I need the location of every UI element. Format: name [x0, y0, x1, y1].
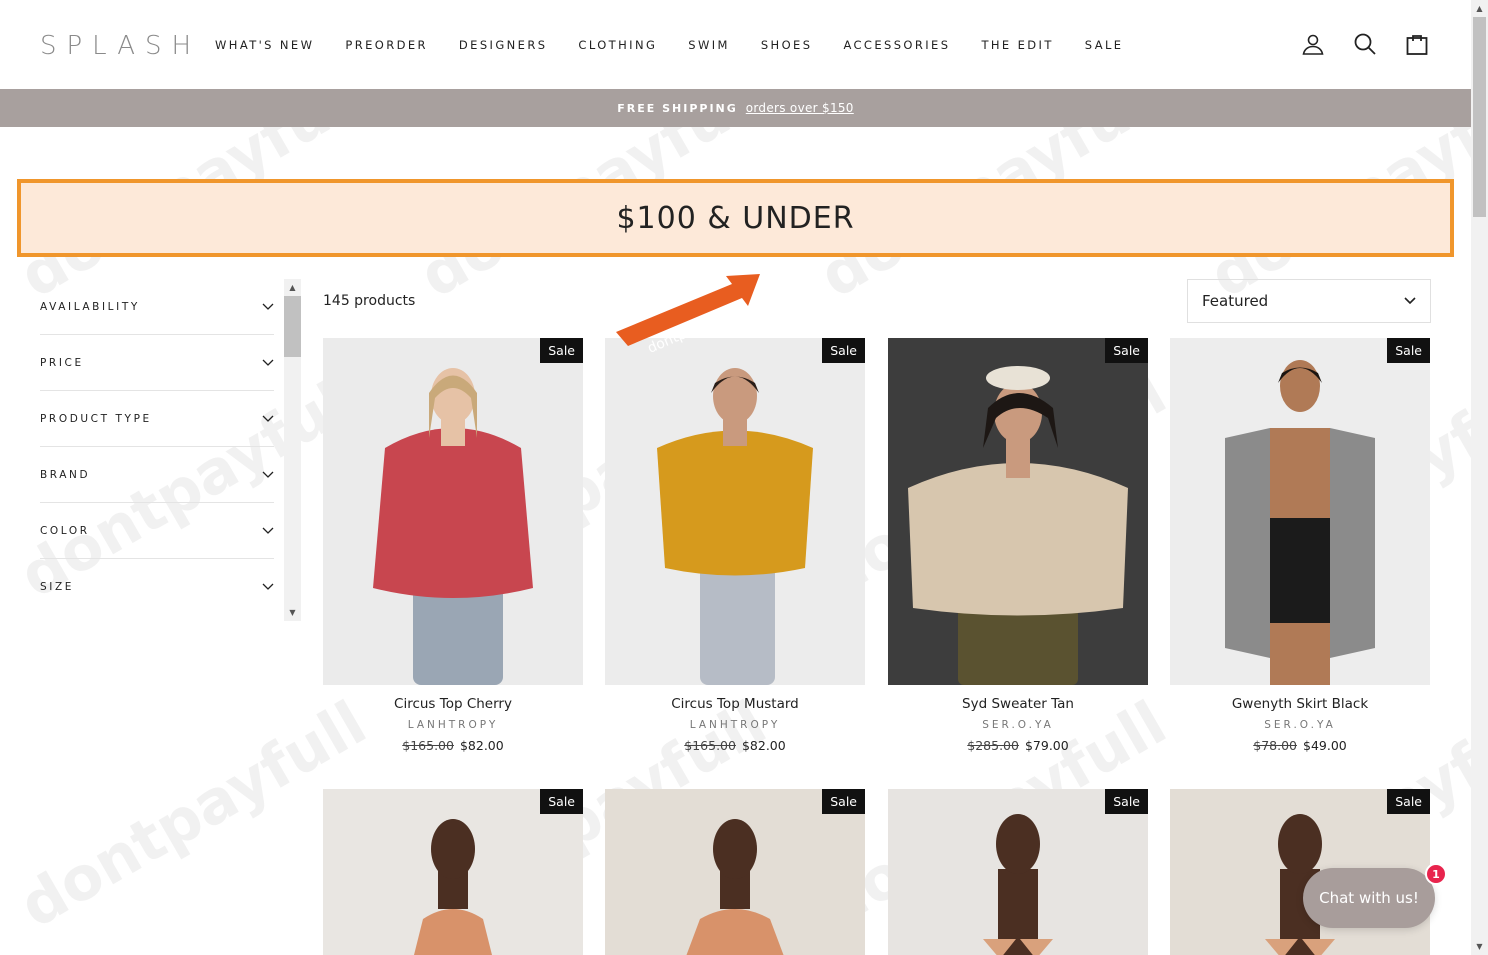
sale-badge: Sale	[1105, 789, 1148, 814]
chevron-down-icon	[262, 583, 274, 590]
nav-designers[interactable]: DESIGNERS	[459, 38, 547, 52]
chevron-down-icon	[262, 415, 274, 422]
product-title[interactable]: Syd Sweater Tan	[888, 696, 1148, 712]
filter-label: BRAND	[40, 468, 91, 481]
announcement-strong: FREE SHIPPING	[617, 101, 738, 115]
product-vendor: LANHTROPY	[407, 719, 499, 731]
scroll-up-icon[interactable]: ▲	[1471, 0, 1488, 17]
product-prices: $165.00 $82.00	[323, 738, 583, 753]
collection-banner: $100 & UNDER	[17, 179, 1454, 257]
filter-label: COLOR	[40, 524, 90, 537]
product-image[interactable]: Sale	[323, 338, 583, 685]
filter-brand[interactable]: BRAND	[40, 447, 274, 503]
product-vendor: LANHTROPY	[689, 719, 781, 731]
filter-label: PRODUCT TYPE	[40, 412, 152, 425]
announcement-bar: FREE SHIPPING orders over $150	[0, 89, 1471, 127]
sort-value: Featured	[1202, 292, 1269, 310]
promo-tag-arrow: dontpayfull	[616, 274, 760, 357]
product-image[interactable]: Sale	[1170, 338, 1430, 685]
scrollbar-thumb[interactable]	[1473, 17, 1486, 217]
filter-sidebar: AVAILABILITY PRICE PRODUCT TYPE BRAND CO…	[40, 279, 274, 615]
filter-product-type[interactable]: PRODUCT TYPE	[40, 391, 274, 447]
sale-price: $79.00	[1024, 738, 1069, 753]
sale-price: $82.00	[741, 738, 786, 753]
chat-notification-badge: 1	[1425, 863, 1447, 885]
sale-badge: Sale	[1105, 338, 1148, 363]
sale-badge: Sale	[540, 338, 583, 363]
sort-select[interactable]: Featured	[1187, 279, 1431, 323]
chevron-down-icon	[1404, 297, 1416, 305]
sale-badge: Sale	[822, 789, 865, 814]
site-logo[interactable]: SPLASH	[40, 31, 201, 61]
sale-badge: Sale	[822, 338, 865, 363]
announcement-link[interactable]: orders over $150	[746, 101, 854, 115]
product-image[interactable]: Sale	[888, 338, 1148, 685]
nav-accessories[interactable]: ACCESSORIES	[843, 38, 950, 52]
product-title[interactable]: Circus Top Mustard	[605, 696, 865, 712]
sale-badge: Sale	[1387, 789, 1430, 814]
scroll-down-icon[interactable]: ▼	[1471, 938, 1488, 955]
filter-size[interactable]: SIZE	[40, 559, 274, 615]
account-icon[interactable]	[1299, 30, 1327, 58]
compare-price: $165.00	[684, 738, 736, 753]
nav-whats-new[interactable]: WHAT'S NEW	[215, 38, 314, 52]
product-prices: $165.00 $82.00	[605, 738, 865, 753]
sale-badge: Sale	[540, 789, 583, 814]
filter-color[interactable]: COLOR	[40, 503, 274, 559]
filter-availability[interactable]: AVAILABILITY	[40, 279, 274, 335]
product-card[interactable]: Sale Syd Sweater Tan SER.O.YA $285.00 $79…	[888, 338, 1148, 753]
nav-clothing[interactable]: CLOTHING	[578, 38, 657, 52]
sale-price: $82.00	[459, 738, 504, 753]
site-header: SPLASH WHAT'S NEW PREORDER DESIGNERS CLO…	[0, 0, 1471, 89]
product-card[interactable]: Sale Gwenyth Skirt Black SER.O.YA $78.00…	[1170, 338, 1430, 753]
nav-swim[interactable]: SWIM	[688, 38, 730, 52]
product-card[interactable]: Sale Circus Top Mustard LANHTROPY $165.0…	[605, 338, 865, 753]
product-prices: $285.00 $79.00	[888, 738, 1148, 753]
product-image[interactable]: Sale	[605, 789, 865, 955]
scrollbar-thumb[interactable]	[284, 296, 301, 357]
product-image[interactable]: Sale	[888, 789, 1148, 955]
product-card[interactable]: Sale	[605, 789, 865, 955]
chevron-down-icon	[262, 527, 274, 534]
page-scrollbar[interactable]: ▲ ▼	[1471, 0, 1488, 955]
chat-button[interactable]: Chat with us!	[1303, 868, 1435, 928]
nav-shoes[interactable]: SHOES	[761, 38, 813, 52]
product-count: 145 products	[323, 293, 416, 309]
compare-price: $78.00	[1253, 738, 1297, 753]
cart-icon[interactable]	[1403, 30, 1431, 58]
sidebar-scrollbar[interactable]: ▲ ▼	[284, 279, 301, 621]
nav-preorder[interactable]: PREORDER	[345, 38, 428, 52]
header-icons	[1299, 30, 1431, 58]
filter-label: PRICE	[40, 356, 84, 369]
main-nav: WHAT'S NEW PREORDER DESIGNERS CLOTHING S…	[215, 38, 1154, 52]
chevron-down-icon	[262, 471, 274, 478]
chevron-down-icon	[262, 303, 274, 310]
product-vendor: SER.O.YA	[982, 719, 1054, 731]
scroll-up-icon[interactable]: ▲	[284, 279, 301, 296]
compare-price: $285.00	[967, 738, 1019, 753]
compare-price: $165.00	[402, 738, 454, 753]
sale-price: $49.00	[1303, 738, 1347, 753]
scroll-down-icon[interactable]: ▼	[284, 604, 301, 621]
search-icon[interactable]	[1351, 30, 1379, 58]
product-card[interactable]: Sale Circus Top Cherry LANHTROPY $165.00…	[323, 338, 583, 753]
product-image[interactable]: Sale	[605, 338, 865, 685]
collection-title: $100 & UNDER	[616, 200, 855, 236]
product-title[interactable]: Gwenyth Skirt Black	[1170, 696, 1430, 712]
product-prices: $78.00 $49.00	[1170, 738, 1430, 753]
product-image[interactable]: Sale	[323, 789, 583, 955]
product-card[interactable]: Sale	[323, 789, 583, 955]
nav-sale[interactable]: SALE	[1085, 38, 1124, 52]
product-vendor: SER.O.YA	[1264, 719, 1336, 731]
chevron-down-icon	[262, 359, 274, 366]
filter-label: AVAILABILITY	[40, 300, 140, 313]
chat-label: Chat with us!	[1319, 889, 1419, 907]
sale-badge: Sale	[1387, 338, 1430, 363]
product-card[interactable]: Sale	[888, 789, 1148, 955]
filter-label: SIZE	[40, 581, 74, 593]
filter-price[interactable]: PRICE	[40, 335, 274, 391]
product-title[interactable]: Circus Top Cherry	[323, 696, 583, 712]
nav-the-edit[interactable]: THE EDIT	[981, 38, 1053, 52]
